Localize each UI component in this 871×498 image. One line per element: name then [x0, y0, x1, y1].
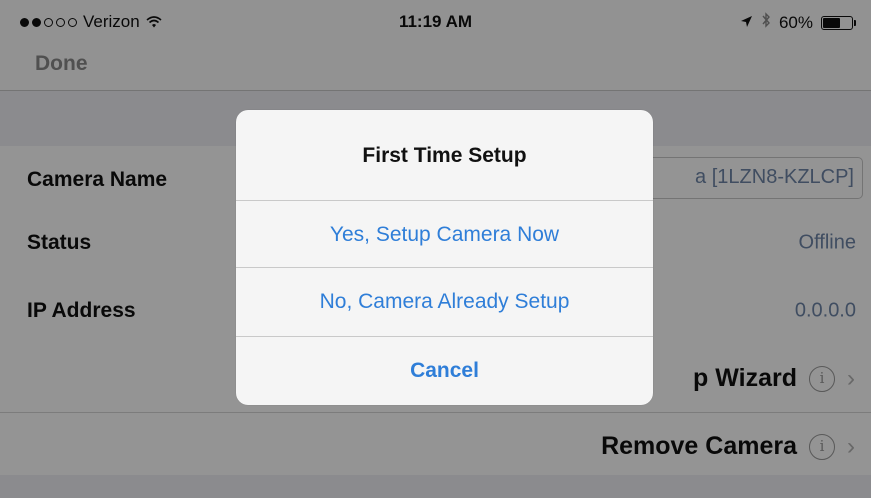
cancel-button[interactable]: Cancel: [236, 336, 653, 404]
camera-already-setup-button[interactable]: No, Camera Already Setup: [236, 267, 653, 335]
first-time-setup-alert: First Time Setup Yes, Setup Camera Now N…: [236, 110, 653, 405]
screen: Verizon 11:19 AM 60% Done Camera Name a …: [0, 0, 871, 498]
alert-title: First Time Setup: [362, 144, 527, 167]
setup-camera-now-button[interactable]: Yes, Setup Camera Now: [236, 200, 653, 268]
